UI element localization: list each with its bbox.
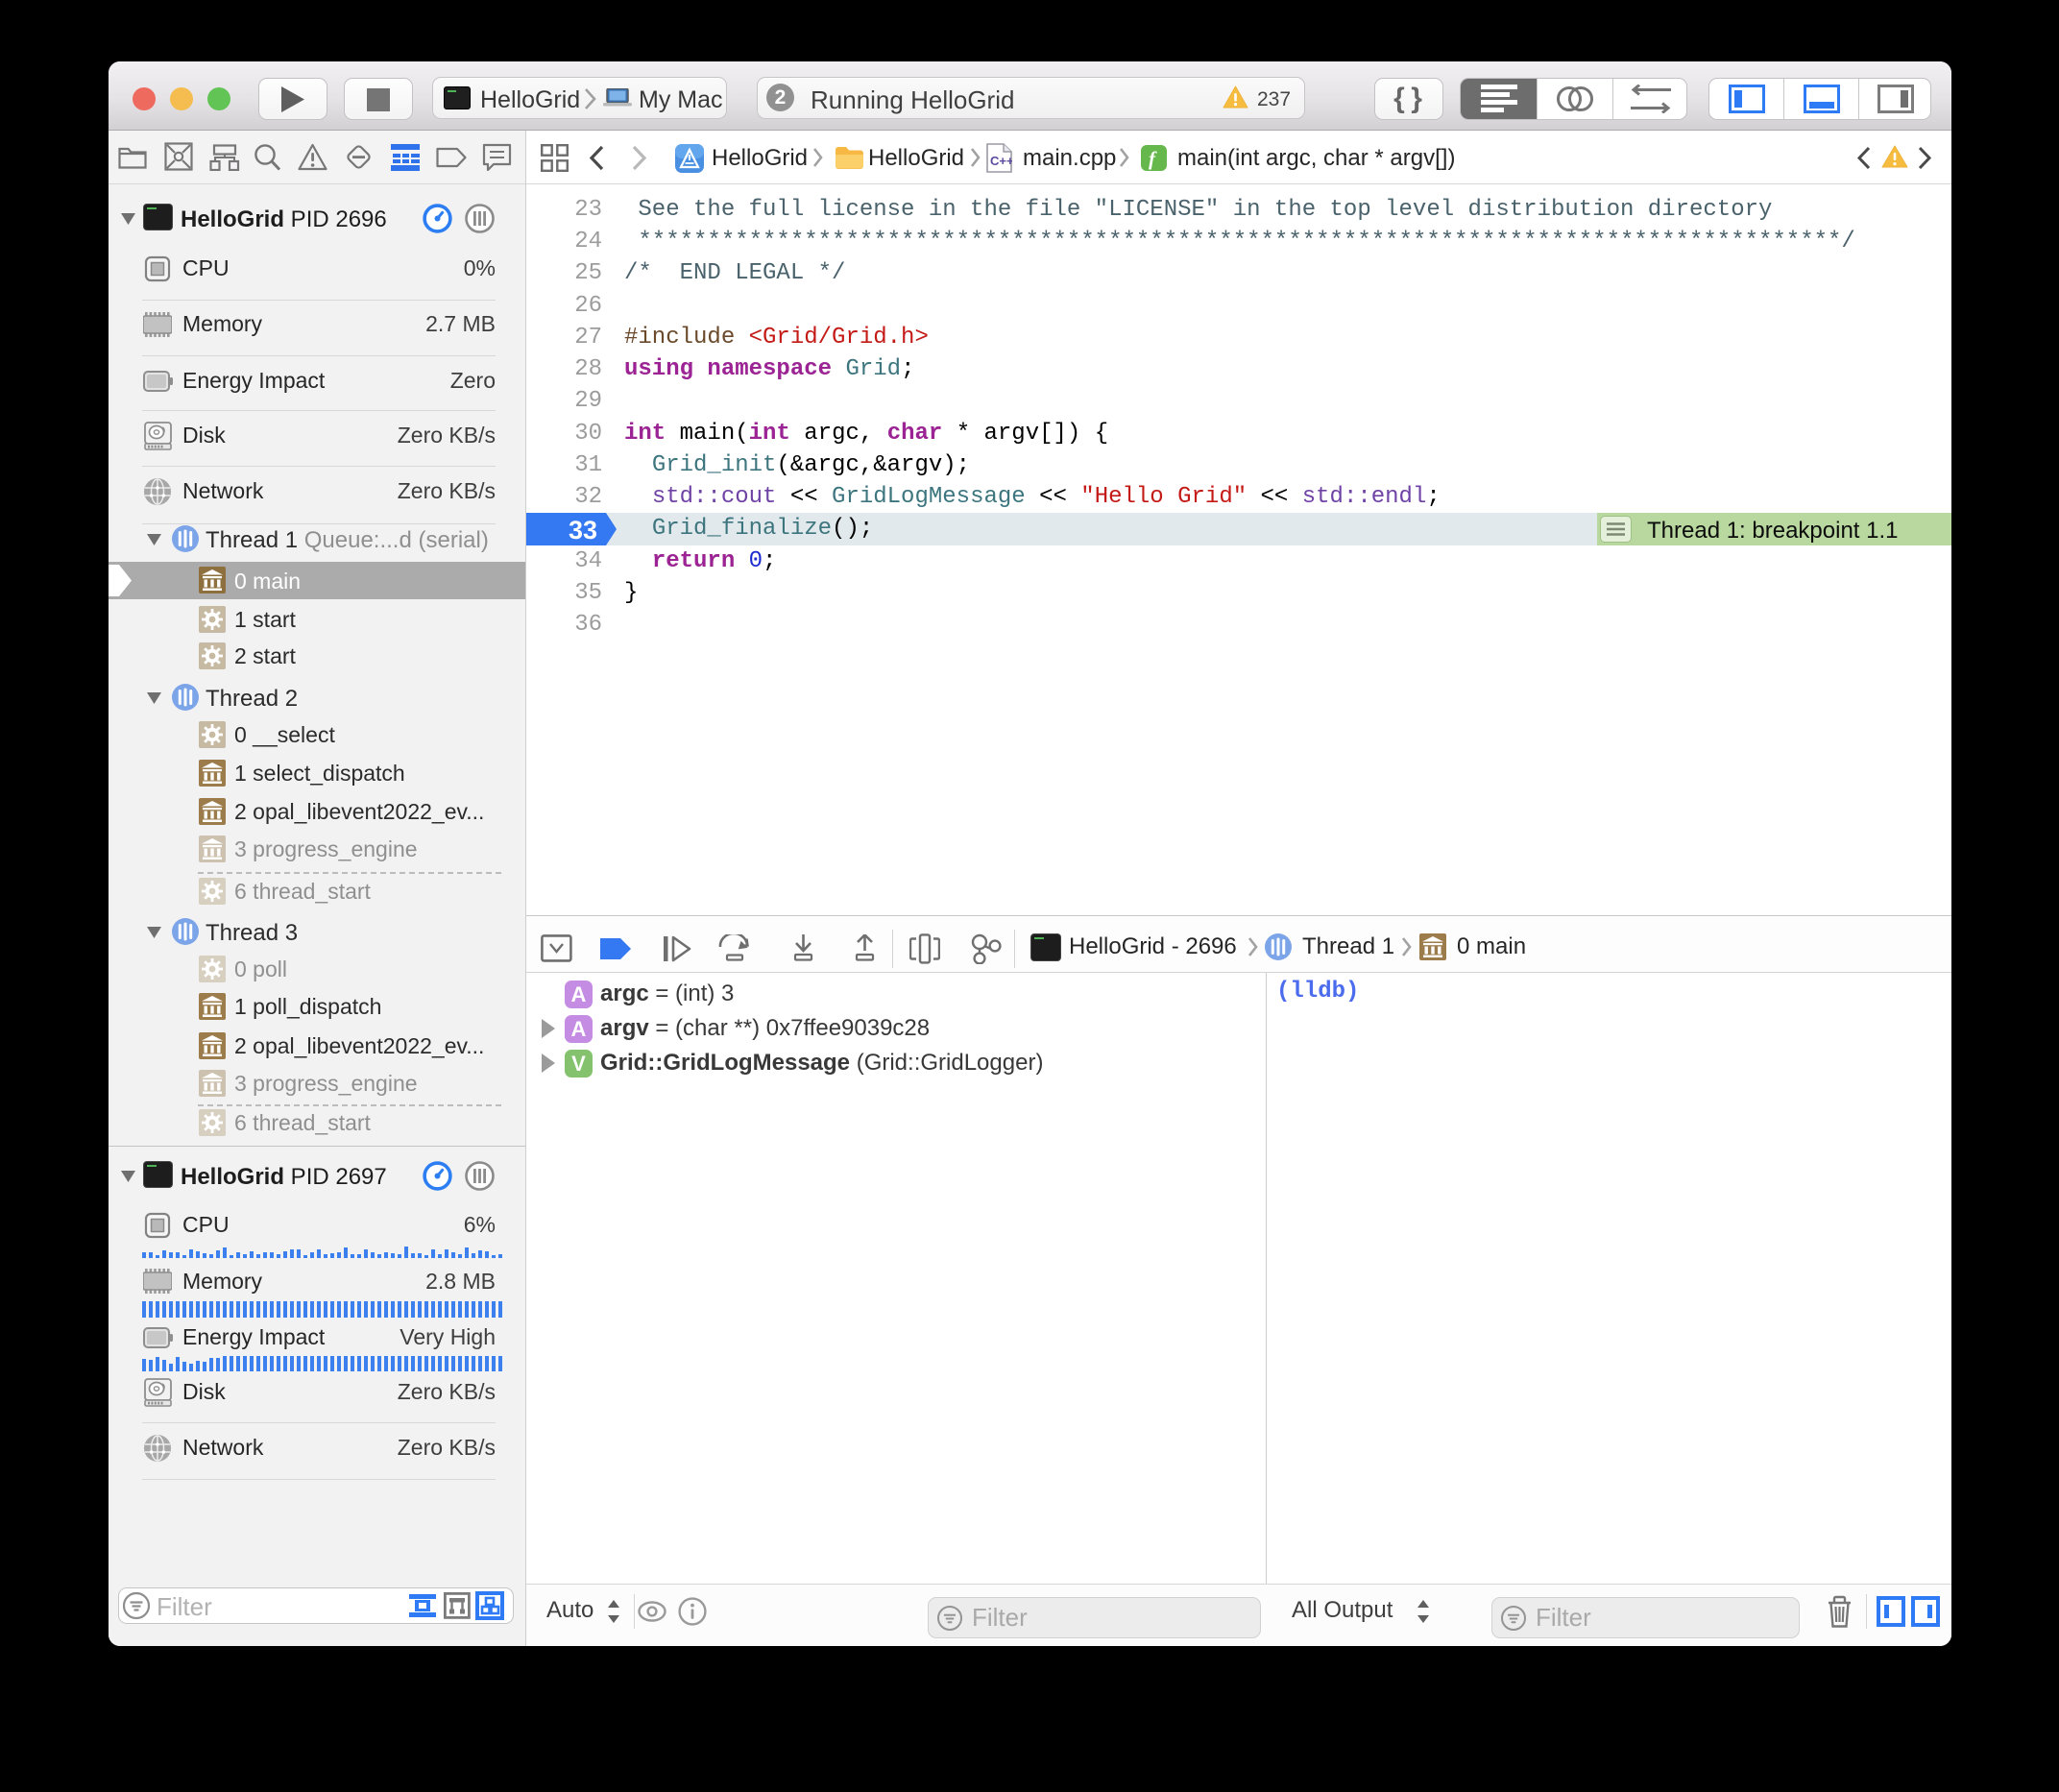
svg-text:C++: C++ (990, 154, 1012, 168)
